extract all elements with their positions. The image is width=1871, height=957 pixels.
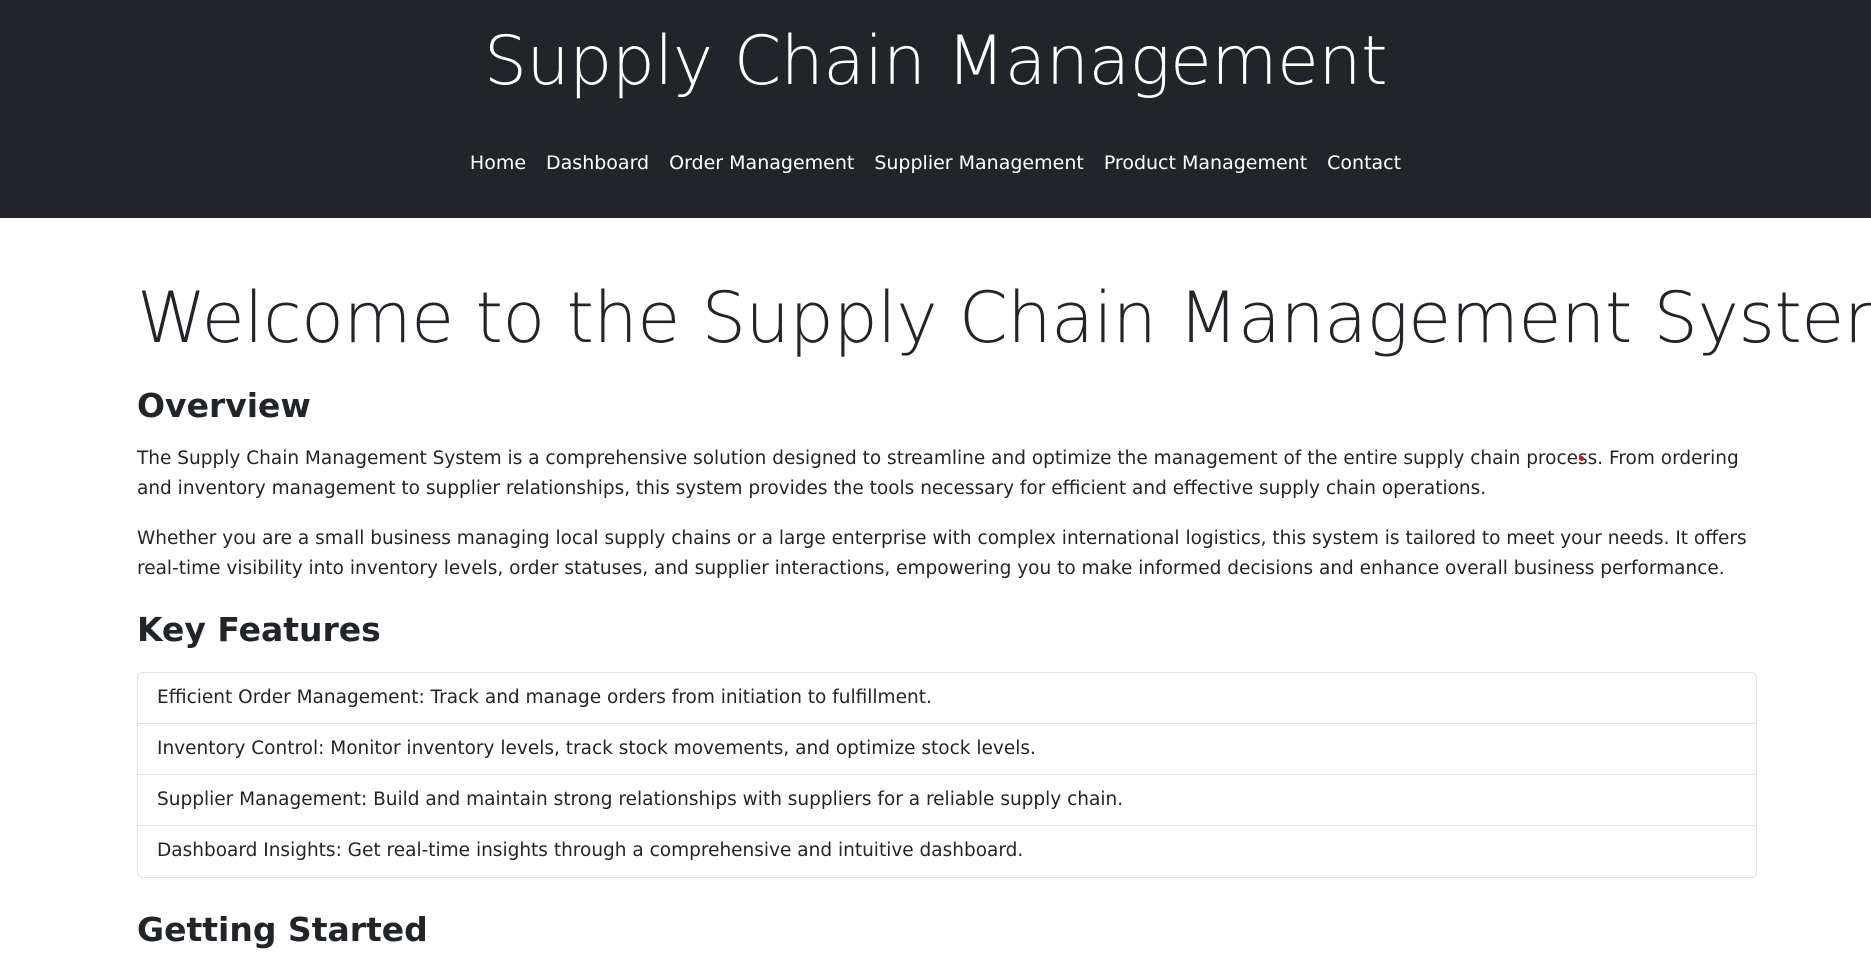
nav-link-product-management[interactable]: Product Management [1094,151,1317,175]
key-features-list: Efficient Order Management: Track and ma… [137,672,1757,878]
site-header: Supply Chain Management Home Dashboard O… [0,0,1871,218]
site-title: Supply Chain Management [483,22,1388,101]
feature-item-dashboard-insights: Dashboard Insights: Get real-time insigh… [157,840,1024,861]
main-nav: Home Dashboard Order Management Supplier… [0,151,1871,175]
feature-item-inventory-control: Inventory Control: Monitor inventory lev… [138,724,1756,775]
feature-item-order-management: Efficient Order Management: Track and ma… [138,673,1756,724]
getting-started-heading: Getting Started [137,910,428,949]
main-content: Welcome to the Supply Chain Management S… [0,218,1871,950]
hero-title: Welcome to the Supply Chain Management S… [137,277,1871,359]
nav-link-contact[interactable]: Contact [1317,151,1411,175]
nav-link-order-management[interactable]: Order Management [659,151,864,175]
overview-heading: Overview [137,386,311,425]
overview-paragraph-1: The Supply Chain Management System is a … [137,448,1739,499]
overview-paragraph-2: Whether you are a small business managin… [137,528,1747,579]
key-features-heading: Key Features [137,610,381,649]
nav-link-home[interactable]: Home [460,151,536,175]
nav-link-supplier-management[interactable]: Supplier Management [864,151,1093,175]
feature-item-supplier-management: Supplier Management: Build and maintain … [138,775,1756,826]
cursor-dot-icon [1579,456,1584,461]
nav-link-dashboard[interactable]: Dashboard [536,151,659,175]
